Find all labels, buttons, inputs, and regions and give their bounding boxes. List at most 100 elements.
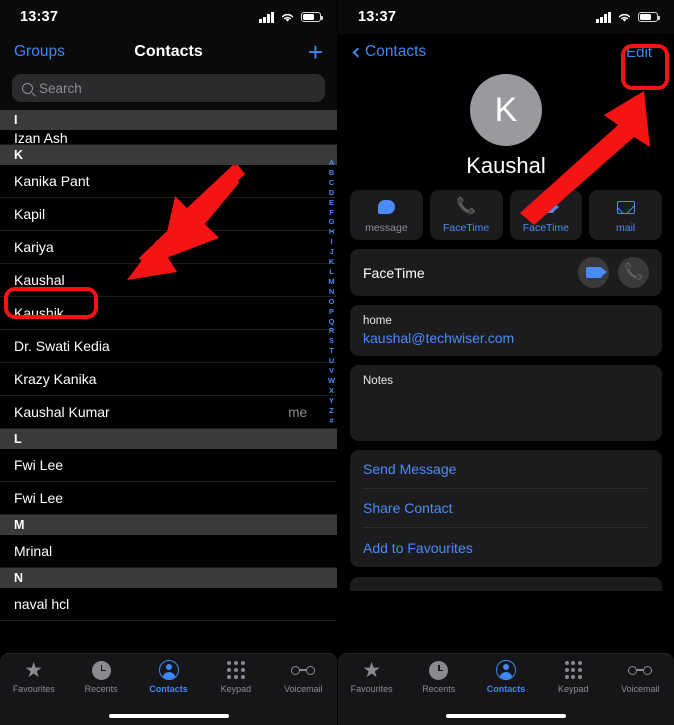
left-phone-screen: 13:37 Groups Contacts + Search I Izan As…: [0, 0, 337, 725]
index-letter[interactable]: P: [329, 307, 334, 317]
alphabet-index-scrubber[interactable]: A B C D E F G H I J K L M N O P Q R S T U V W X Y Z #: [328, 158, 335, 425]
contact-header: K Kaushal: [350, 74, 662, 179]
index-letter[interactable]: A: [329, 158, 334, 168]
wifi-icon: [281, 13, 294, 22]
next-card-stub: [350, 577, 662, 591]
tab-icon-wrap: [158, 659, 179, 681]
search-input[interactable]: Search: [12, 74, 325, 102]
tab-contacts[interactable]: Contacts: [472, 659, 539, 706]
contact-row[interactable]: naval hcl: [0, 588, 337, 621]
contact-name: Kaushal: [14, 272, 65, 288]
notes-card[interactable]: Notes: [350, 365, 662, 441]
contact-row[interactable]: Fwi Lee: [0, 482, 337, 515]
contact-name: Kanika Pant: [14, 173, 90, 189]
contact-row[interactable]: Dr. Swati Kedia: [0, 330, 337, 363]
tab-favourites[interactable]: ★ Favourites: [0, 659, 67, 706]
index-letter[interactable]: M: [328, 277, 334, 287]
envelope-icon: [616, 200, 635, 214]
tab-contacts[interactable]: Contacts: [135, 659, 202, 706]
home-indicator[interactable]: [446, 713, 566, 718]
quick-action-message-bubble[interactable]: message: [350, 190, 423, 240]
status-time: 13:37: [20, 9, 59, 25]
index-letter[interactable]: Z: [329, 406, 334, 416]
quick-action-envelope[interactable]: mail: [589, 190, 662, 240]
contact-row[interactable]: Kapil: [0, 198, 337, 231]
tab-label: Contacts: [486, 684, 526, 694]
index-letter[interactable]: S: [329, 336, 334, 346]
tab-icon-wrap: [628, 659, 653, 681]
tab-voicemail[interactable]: Voicemail: [270, 659, 337, 706]
email-card[interactable]: home kaushal@techwiser.com: [350, 305, 662, 356]
index-letter[interactable]: G: [329, 217, 335, 227]
index-letter[interactable]: N: [329, 287, 334, 297]
contact-row[interactable]: Fwi Lee: [0, 449, 337, 482]
index-letter[interactable]: J: [329, 247, 333, 257]
section-header: L: [0, 429, 337, 449]
index-letter[interactable]: H: [329, 227, 334, 237]
status-icons: [596, 11, 661, 23]
tab-label: Voicemail: [621, 684, 660, 694]
index-letter[interactable]: K: [329, 257, 334, 267]
contact-name: Izan Ash: [14, 130, 68, 145]
tab-keypad[interactable]: Keypad: [202, 659, 269, 706]
groups-button[interactable]: Groups: [14, 43, 65, 61]
tab-favourites[interactable]: ★ Favourites: [338, 659, 405, 706]
quick-action-phone-handset[interactable]: 📞 FaceTime: [429, 190, 503, 240]
back-label: Contacts: [365, 43, 427, 60]
tab-label: Recents: [84, 684, 118, 694]
email-value[interactable]: kaushal@techwiser.com: [363, 330, 649, 346]
contact-row[interactable]: Kaushal Kumar me: [0, 396, 337, 429]
index-letter[interactable]: D: [329, 188, 334, 198]
index-letter[interactable]: W: [328, 376, 335, 386]
action-link[interactable]: Send Message: [363, 450, 649, 489]
tab-label: Voicemail: [284, 684, 323, 694]
contact-row[interactable]: Kanika Pant: [0, 165, 337, 198]
index-letter[interactable]: C: [329, 178, 334, 188]
home-indicator[interactable]: [108, 713, 229, 718]
tab-icon-wrap: [227, 659, 245, 681]
facetime-row[interactable]: FaceTime 📞: [350, 249, 662, 296]
tab-icon-wrap: ★: [24, 659, 43, 681]
add-contact-button[interactable]: +: [308, 39, 323, 65]
facetime-video-button[interactable]: [578, 257, 609, 288]
index-letter[interactable]: F: [329, 208, 334, 218]
tab-voicemail[interactable]: Voicemail: [607, 659, 674, 706]
index-letter[interactable]: #: [329, 416, 333, 426]
tab-label: Keypad: [557, 684, 589, 694]
index-letter[interactable]: E: [329, 198, 334, 208]
index-letter[interactable]: L: [329, 267, 334, 277]
detail-nav-bar: Contacts Edit: [350, 34, 662, 70]
tab-label: Favourites: [350, 684, 393, 694]
contact-row[interactable]: Izan Ash: [0, 130, 337, 145]
action-link[interactable]: Share Contact: [363, 489, 649, 528]
index-letter[interactable]: B: [329, 168, 334, 178]
facetime-audio-button[interactable]: 📞: [618, 257, 649, 288]
index-letter[interactable]: X: [329, 386, 334, 396]
back-to-contacts-button[interactable]: Contacts: [352, 43, 427, 61]
contact-row[interactable]: Kariya: [0, 231, 337, 264]
search-placeholder: Search: [39, 80, 82, 96]
index-letter[interactable]: O: [329, 297, 335, 307]
index-letter[interactable]: U: [329, 356, 334, 366]
contact-row[interactable]: Krazy Kanika: [0, 363, 337, 396]
index-letter[interactable]: I: [330, 237, 332, 247]
index-letter[interactable]: T: [329, 346, 334, 356]
contact-row[interactable]: Mrinal: [0, 535, 337, 568]
quick-action-video-camera[interactable]: FaceTime: [509, 190, 583, 240]
contact-name: Kapil: [14, 206, 46, 222]
index-letter[interactable]: R: [329, 326, 334, 336]
tab-keypad[interactable]: Keypad: [540, 659, 607, 706]
index-letter[interactable]: V: [329, 366, 334, 376]
contact-name: Krazy Kanika: [14, 371, 97, 387]
tab-recents[interactable]: Recents: [405, 659, 472, 706]
contacts-list[interactable]: I Izan Ash K Kanika Pant Kapil Kariya Kaushal K…: [0, 110, 337, 621]
tab-recents[interactable]: Recents: [67, 659, 134, 706]
index-letter[interactable]: Y: [329, 396, 334, 406]
cellular-bars-icon: [596, 11, 611, 23]
tab-icon-wrap: [429, 659, 449, 681]
index-letter[interactable]: Q: [329, 317, 335, 327]
person-circle-icon: [158, 660, 179, 680]
avatar[interactable]: K: [470, 74, 542, 146]
action-link[interactable]: Add to Favourites: [363, 528, 649, 567]
facetime-label: FaceTime: [363, 264, 425, 281]
